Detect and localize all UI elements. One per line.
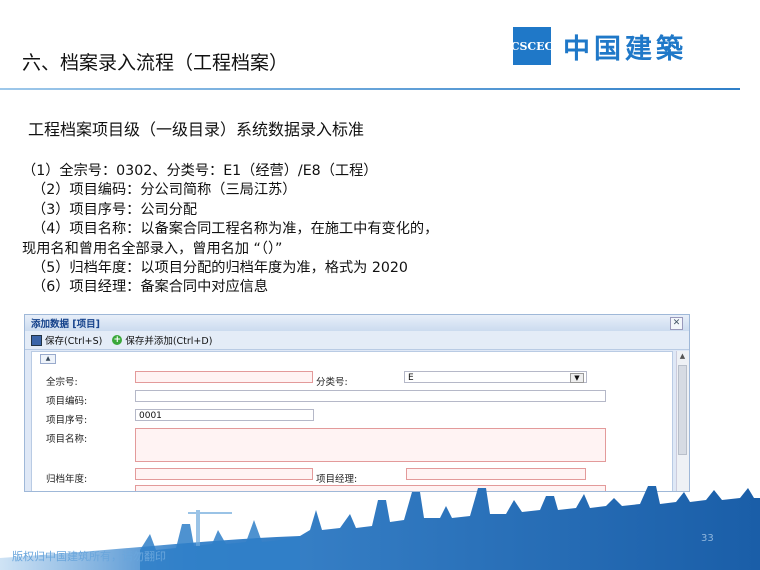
xuhao-label: 项目序号: xyxy=(46,415,88,426)
bianma-input[interactable] xyxy=(135,390,606,402)
copyright-footer: 版权归中国建筑所有，请勿翻印 xyxy=(12,550,166,563)
list-item: （1）全宗号：0302、分类号：E1（经营）/E8（工程） xyxy=(22,163,378,179)
dialog-header: 添加数据 [项目] ✕ xyxy=(25,315,689,331)
scroll-thumb[interactable] xyxy=(678,365,687,455)
list-item: （2）项目编码：分公司简称（三局江苏） xyxy=(32,182,297,199)
company-logo: CSCEC 中国建築 xyxy=(510,22,743,70)
plus-icon: + xyxy=(112,335,123,345)
dialog-title: 添加数据 [项目] xyxy=(31,319,100,330)
xuhao-input[interactable]: 0001 xyxy=(135,409,314,421)
mingcheng-label: 项目名称: xyxy=(46,434,88,445)
logo-text: 中国建築 xyxy=(563,33,687,65)
save-button[interactable]: 保存(Ctrl+S) xyxy=(31,333,102,347)
list-item: （6）项目经理：备案合同中对应信息 xyxy=(32,279,269,296)
save-button-label: 保存(Ctrl+S) xyxy=(45,336,103,347)
cscec-logo-mark: CSCEC xyxy=(510,27,554,65)
fenlei-value: E xyxy=(408,373,414,383)
fenlei-select[interactable]: E ▼ xyxy=(404,371,587,383)
mingcheng-textarea[interactable] xyxy=(135,428,606,462)
list-item: （4）项目名称：以备案合同工程名称为准，在施工中有变化的， xyxy=(32,221,439,238)
close-icon[interactable]: ✕ xyxy=(670,317,683,330)
scroll-up-icon[interactable]: ▲ xyxy=(678,352,687,361)
chevron-down-icon[interactable]: ▼ xyxy=(570,373,584,383)
list-item: （3）项目序号：公司分配 xyxy=(32,201,198,218)
quanzong-input[interactable] xyxy=(135,371,313,383)
save-icon xyxy=(31,334,42,346)
header-divider xyxy=(0,88,740,90)
slide-subtitle: 工程档案项目级（一级目录）系统数据录入标准 xyxy=(28,120,365,139)
standard-list: （1）全宗号：0302、分类号：E1（经营）/E8（工程） （2）项目编码：分公… xyxy=(22,162,438,298)
list-item: （5）归档年度：以项目分配的归档年度为准，格式为 2020 xyxy=(32,260,408,277)
save-and-add-label: 保存并添加(Ctrl+D) xyxy=(125,336,213,347)
slide-title: 六、档案录入流程（工程档案） xyxy=(22,52,289,74)
add-data-dialog: 添加数据 [项目] ✕ 保存(Ctrl+S) + 保存并添加(Ctrl+D) ▲… xyxy=(24,314,690,492)
save-and-add-button[interactable]: + 保存并添加(Ctrl+D) xyxy=(112,333,212,347)
collapse-up-icon[interactable]: ▲ xyxy=(40,354,56,364)
logo-mark-text: CSCEC xyxy=(510,39,554,53)
dialog-toolbar: 保存(Ctrl+S) + 保存并添加(Ctrl+D) xyxy=(25,331,689,350)
fenlei-label: 分类号: xyxy=(316,377,348,388)
quanzong-label: 全宗号: xyxy=(46,377,78,388)
bianma-label: 项目编码: xyxy=(46,396,88,407)
page-number: 33 xyxy=(701,533,714,544)
list-item: 现用名和曾用名全部录入，曾用名加 “（）” xyxy=(22,240,283,257)
